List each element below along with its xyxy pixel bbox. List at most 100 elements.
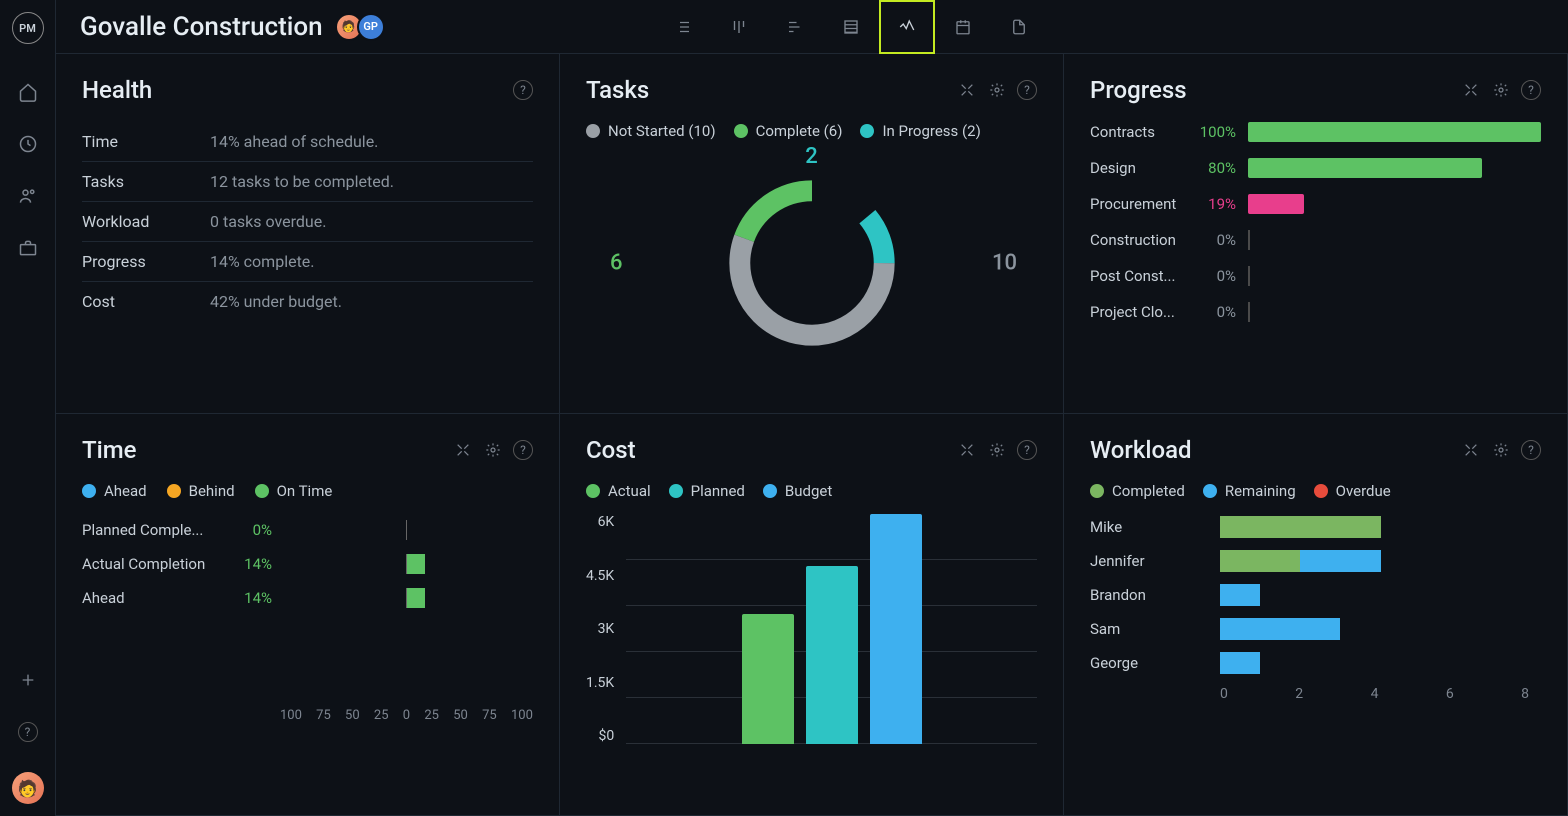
legend-label: Not Started (10) — [608, 122, 716, 140]
expand-icon[interactable] — [453, 440, 473, 460]
workload-row: Mike — [1090, 516, 1541, 538]
view-switcher — [655, 0, 1047, 54]
panel-time: Time ? Ahead Behind On Time Planned Comp… — [56, 414, 560, 816]
view-gantt-icon[interactable] — [767, 0, 823, 54]
panel-cost: Cost ? Actual Planned Budget 6K4.5K3K1.5… — [560, 414, 1064, 816]
panel-progress: Progress ? Contracts 100% Design 80% Pro… — [1064, 54, 1568, 414]
health-label: Workload — [82, 212, 210, 231]
wl-seg-remaining — [1220, 652, 1260, 674]
health-label: Tasks — [82, 172, 210, 191]
add-icon[interactable] — [8, 660, 48, 700]
health-label: Time — [82, 132, 210, 151]
view-files-icon[interactable] — [991, 0, 1047, 54]
cost-bar — [742, 614, 794, 744]
legend-item: Budget — [763, 482, 832, 500]
expand-icon[interactable] — [957, 440, 977, 460]
health-value: 0 tasks overdue. — [210, 212, 326, 231]
legend-label: Actual — [608, 482, 651, 500]
axis-tick: 2 — [1295, 686, 1303, 702]
legend-dot — [669, 484, 683, 498]
view-board-icon[interactable] — [711, 0, 767, 54]
legend-item: Completed — [1090, 482, 1185, 500]
legend-item: In Progress (2) — [860, 122, 980, 140]
view-dashboard-icon[interactable] — [879, 0, 935, 54]
progress-row: Contracts 100% — [1090, 122, 1541, 142]
user-avatar[interactable]: 🧑 — [12, 772, 44, 804]
legend-label: Complete (6) — [756, 122, 843, 140]
legend-dot — [255, 484, 269, 498]
axis-tick: 0 — [403, 708, 410, 723]
panel-title: Time — [82, 436, 137, 464]
legend-dot — [167, 484, 181, 498]
help-nav-icon[interactable]: ? — [8, 712, 48, 752]
progress-row: Procurement 19% — [1090, 194, 1541, 214]
gear-icon[interactable] — [483, 440, 503, 460]
tasks-donut-chart: 2 6 10 — [586, 148, 1037, 378]
legend-label: Planned — [691, 482, 745, 500]
help-icon[interactable]: ? — [513, 440, 533, 460]
panel-health: Health ? Time 14% ahead of schedule. Tas… — [56, 54, 560, 414]
progress-name: Procurement — [1090, 195, 1190, 213]
progress-name: Post Const... — [1090, 267, 1190, 285]
progress-pct: 0% — [1190, 303, 1236, 321]
progress-pct: 80% — [1190, 159, 1236, 177]
legend-label: In Progress (2) — [882, 122, 980, 140]
help-icon[interactable]: ? — [1017, 80, 1037, 100]
time-bar — [280, 554, 533, 574]
view-sheet-icon[interactable] — [823, 0, 879, 54]
panel-tasks: Tasks ? Not Started (10) Complete (6) In… — [560, 54, 1064, 414]
help-icon[interactable]: ? — [1521, 80, 1541, 100]
health-row: Progress 14% complete. — [82, 242, 533, 282]
progress-bar — [1248, 194, 1541, 214]
workload-bar — [1220, 516, 1541, 538]
wl-seg-remaining — [1300, 550, 1380, 572]
panel-title: Progress — [1090, 76, 1187, 104]
workload-name: Jennifer — [1090, 552, 1220, 570]
gear-icon[interactable] — [1491, 80, 1511, 100]
expand-icon[interactable] — [1461, 440, 1481, 460]
time-row: Planned Comple... 0% — [82, 520, 533, 540]
progress-row: Post Const... 0% — [1090, 266, 1541, 286]
axis-tick: 3K — [598, 621, 615, 637]
home-icon[interactable] — [8, 72, 48, 112]
view-list-icon[interactable] — [655, 0, 711, 54]
expand-icon[interactable] — [1461, 80, 1481, 100]
workload-name: Mike — [1090, 518, 1220, 536]
clock-icon[interactable] — [8, 124, 48, 164]
health-value: 42% under budget. — [210, 292, 342, 311]
time-row: Actual Completion 14% — [82, 554, 533, 574]
avatar[interactable]: GP — [357, 13, 385, 41]
gear-icon[interactable] — [1491, 440, 1511, 460]
wl-seg-remaining — [1220, 618, 1340, 640]
progress-name: Design — [1090, 159, 1190, 177]
gear-icon[interactable] — [987, 80, 1007, 100]
progress-row: Project Clo... 0% — [1090, 302, 1541, 322]
team-icon[interactable] — [8, 176, 48, 216]
time-name: Ahead — [82, 589, 212, 607]
legend-item: Actual — [586, 482, 651, 500]
progress-pct: 100% — [1190, 123, 1236, 141]
expand-icon[interactable] — [957, 80, 977, 100]
axis-tick: 4 — [1371, 686, 1379, 702]
workload-row: Sam — [1090, 618, 1541, 640]
workload-name: Brandon — [1090, 586, 1220, 604]
health-value: 14% complete. — [210, 252, 315, 271]
app-logo[interactable]: PM — [12, 12, 44, 44]
axis-tick: 0 — [1220, 686, 1228, 702]
help-icon[interactable]: ? — [1017, 440, 1037, 460]
legend-dot — [1203, 484, 1217, 498]
wl-seg-completed — [1220, 550, 1300, 572]
view-calendar-icon[interactable] — [935, 0, 991, 54]
help-icon[interactable]: ? — [1521, 440, 1541, 460]
time-name: Planned Comple... — [82, 521, 212, 539]
axis-tick: 8 — [1521, 686, 1529, 702]
legend-label: Overdue — [1336, 482, 1391, 500]
panel-title: Tasks — [586, 76, 649, 104]
briefcase-icon[interactable] — [8, 228, 48, 268]
help-icon[interactable]: ? — [513, 80, 533, 100]
legend-item: Complete (6) — [734, 122, 843, 140]
member-avatars[interactable]: 🧑 GP — [341, 13, 385, 41]
panel-workload: Workload ? Completed Remaining Overdue M… — [1064, 414, 1568, 816]
axis-tick: 6K — [598, 514, 615, 530]
gear-icon[interactable] — [987, 440, 1007, 460]
